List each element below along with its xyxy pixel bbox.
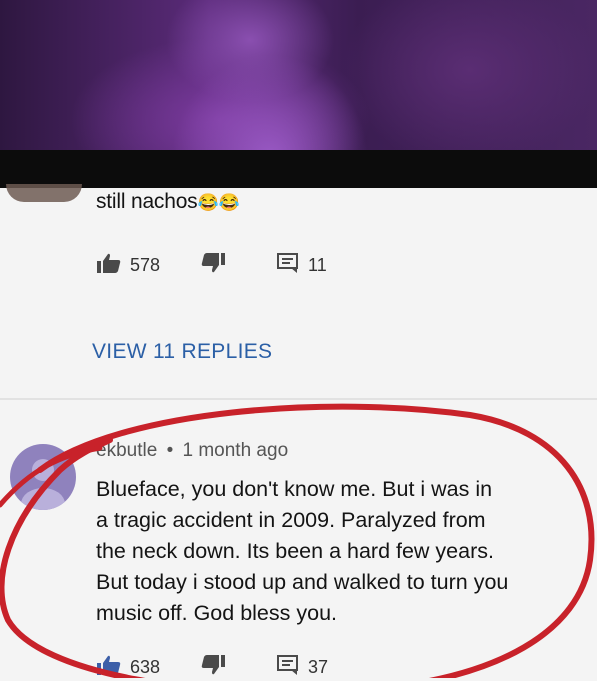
view-replies-link[interactable]: VIEW 11 REPLIES — [92, 340, 272, 364]
comment-1-actions: 578 11 — [96, 252, 327, 279]
thumbs-up-icon[interactable] — [96, 252, 122, 279]
avatar[interactable] — [10, 444, 76, 510]
comment-2-body: Blueface, you don't know me. But i was i… — [96, 474, 596, 629]
comment-1-message: still nachos — [96, 190, 198, 213]
meta-separator: • — [166, 440, 174, 461]
comment-1-like-count: 578 — [130, 255, 161, 275]
comment-2-like-count: 638 — [130, 657, 161, 677]
thumbs-down-icon[interactable] — [200, 654, 226, 681]
comment-divider — [0, 398, 597, 400]
video-thumbnail[interactable] — [0, 0, 597, 150]
comment-1-emoji: 😂😂 — [197, 193, 240, 212]
comment-1-text: still nachos😂😂 — [96, 190, 240, 214]
comment-2-meta: ekbutle • 1 month ago — [96, 440, 288, 462]
thumbs-up-icon[interactable] — [96, 654, 122, 681]
comment-2-reply-count: 37 — [308, 657, 329, 677]
comment-2-actions: 638 37 — [96, 654, 328, 681]
thumbs-down-icon[interactable] — [200, 252, 226, 279]
video-figure — [120, 0, 420, 150]
comment-author[interactable]: ekbutle — [96, 440, 157, 461]
comment-line: the neck down. Its been a hard few years… — [96, 539, 494, 563]
reply-icon[interactable] — [276, 654, 300, 681]
comment-line: music off. God bless you. — [96, 601, 337, 625]
comment-line: Blueface, you don't know me. But i was i… — [96, 477, 493, 501]
comment-1-reply-count: 11 — [308, 255, 327, 275]
comment-line: But today i stood up and walked to turn … — [96, 570, 509, 594]
reply-icon[interactable] — [276, 252, 300, 279]
avatar-previous-comment — [6, 184, 82, 202]
comment-timestamp: 1 month ago — [182, 440, 289, 461]
video-bottom-bar — [0, 150, 597, 188]
comment-line: a tragic accident in 2009. Paralyzed fro… — [96, 508, 486, 532]
